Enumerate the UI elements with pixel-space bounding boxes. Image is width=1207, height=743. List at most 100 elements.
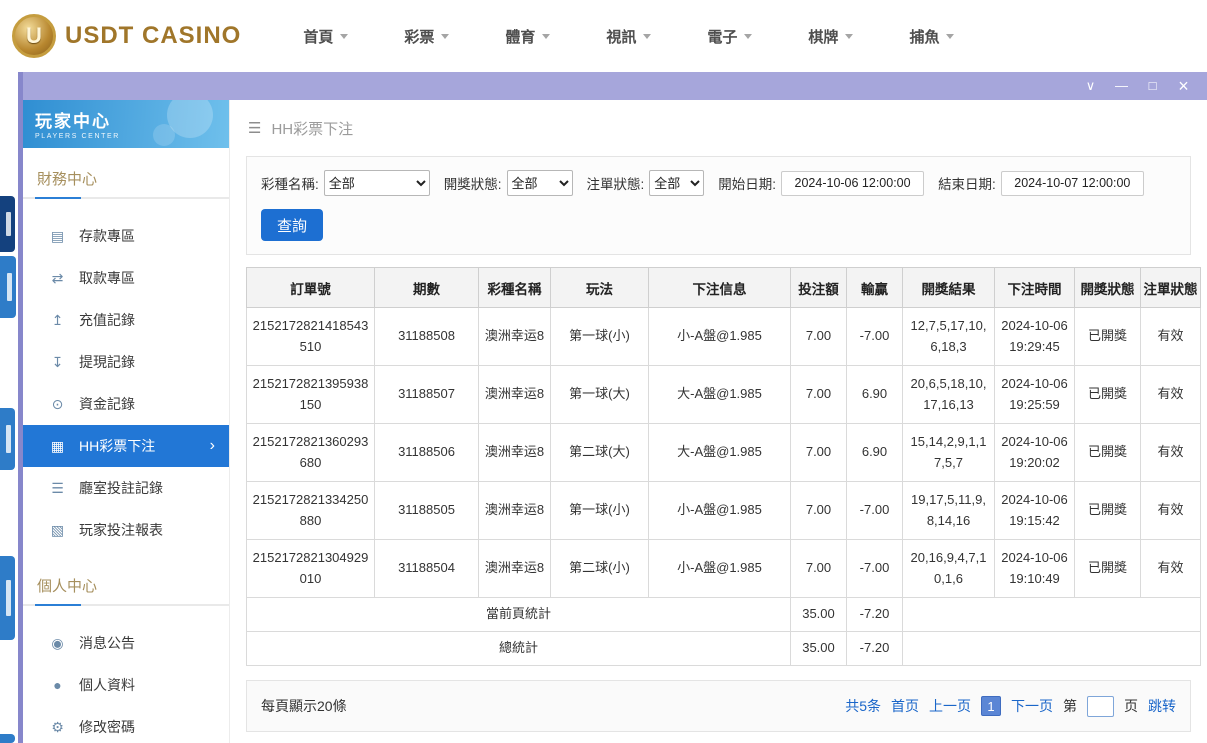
cell-period: 31188505 bbox=[374, 481, 479, 540]
sidebar-item-player-bet-report[interactable]: ▧ 玩家投注報表 › bbox=[23, 509, 229, 551]
next-page-link[interactable]: 下一页 bbox=[1011, 696, 1053, 716]
nav-item-5[interactable]: 電子 bbox=[707, 26, 753, 47]
current-page-button[interactable]: 1 bbox=[981, 696, 1001, 716]
cell-bet-amount: 7.00 bbox=[790, 365, 847, 424]
window-body: 玩家中心 PLAYERS CENTER 財務中心 ▤ 存款專區 › ⇄ 取款專區… bbox=[23, 100, 1207, 743]
brand-logo[interactable]: U USDT CASINO bbox=[12, 14, 241, 58]
sidebar-item-funds-record[interactable]: ⊙ 資金記錄 › bbox=[23, 383, 229, 425]
nav-item-label: 電子 bbox=[707, 28, 738, 46]
cell-order-status: 有效 bbox=[1140, 423, 1201, 482]
cell-draw-status: 已開獎 bbox=[1074, 481, 1141, 540]
order-status-select[interactable]: 全部 bbox=[649, 170, 705, 196]
cell-play-type: 第一球(小) bbox=[550, 481, 649, 540]
sidebar-item-deposit[interactable]: ▤ 存款專區 › bbox=[23, 215, 229, 257]
cell-play-type: 第一球(大) bbox=[550, 365, 649, 424]
minimize-icon[interactable]: — bbox=[1106, 72, 1137, 100]
cell-period: 31188506 bbox=[374, 423, 479, 482]
section-items: ▤ 存款專區 › ⇄ 取款專區 › ↥ 充值記錄 › ↧ 提現記錄 › ⊙ 資金… bbox=[23, 199, 229, 555]
end-date-input[interactable] bbox=[1000, 170, 1144, 196]
sidebar-item-label: 消息公告 bbox=[79, 635, 135, 651]
jump-link[interactable]: 跳转 bbox=[1148, 696, 1176, 716]
sidebar-item-label: 個人資料 bbox=[79, 677, 135, 693]
grand-summary-winloss-total: -7.20 bbox=[846, 631, 903, 666]
sidebar-item-label: 充值記錄 bbox=[79, 312, 135, 328]
search-button[interactable]: 查詢 bbox=[261, 209, 323, 241]
cell-order-number: 2152172821304929010 bbox=[246, 539, 375, 598]
cell-win-loss: -7.00 bbox=[846, 539, 903, 598]
sidebar-item-withdraw[interactable]: ⇄ 取款專區 › bbox=[23, 257, 229, 299]
lottery-select[interactable]: 全部 bbox=[323, 170, 430, 196]
close-icon[interactable]: × bbox=[1168, 72, 1199, 100]
collapse-icon[interactable]: ∨ bbox=[1075, 72, 1106, 100]
cell-bet-amount: 7.00 bbox=[790, 539, 847, 598]
withdraw-icon: ⇄ bbox=[51, 269, 64, 286]
cell-lottery-name: 澳洲幸运8 bbox=[478, 307, 551, 366]
cell-order-number: 2152172821360293680 bbox=[246, 423, 375, 482]
cell-bet-time: 2024-10-06 19:29:45 bbox=[994, 307, 1075, 366]
cell-bet-info: 小-A盤@1.985 bbox=[648, 481, 791, 540]
cell-lottery-name: 澳洲幸运8 bbox=[478, 539, 551, 598]
nav-item-label: 視訊 bbox=[606, 28, 637, 46]
prev-page-link[interactable]: 上一页 bbox=[929, 696, 971, 716]
draw-status-select[interactable]: 全部 bbox=[506, 170, 573, 196]
table-header-row: 訂單號 期數 彩種名稱 玩法 下注信息 投注額 輸贏 開獎結果 下注時間 開獎狀態 注單狀態 bbox=[246, 267, 1201, 308]
start-date-input[interactable] bbox=[781, 170, 925, 196]
col-header-bet-amount: 投注額 bbox=[790, 267, 847, 308]
col-header-draw-status: 開獎狀態 bbox=[1074, 267, 1141, 308]
sidebar-item-recharge-record[interactable]: ↥ 充值記錄 › bbox=[23, 299, 229, 341]
hamburger-menu-icon[interactable]: ☰ bbox=[248, 119, 261, 137]
col-header-order-status: 注單狀態 bbox=[1140, 267, 1201, 308]
col-header-bet-time: 下注時間 bbox=[994, 267, 1075, 308]
grand-summary-bet-total: 35.00 bbox=[790, 631, 847, 666]
main-nav: 首頁 彩票 體育 視訊 電子 棋牌 捕魚 bbox=[303, 26, 955, 47]
table-body: 2152172821418543510 31188508 澳洲幸运8 第一球(小) 小-… bbox=[246, 307, 1201, 598]
cell-period: 31188508 bbox=[374, 307, 479, 366]
start-date-label: 開始日期: bbox=[718, 177, 777, 192]
cell-bet-info: 小-A盤@1.985 bbox=[648, 307, 791, 366]
background-banner-fragment bbox=[0, 556, 15, 640]
sidebar-item-withdraw-record[interactable]: ↧ 提現記錄 › bbox=[23, 341, 229, 383]
nav-item-6[interactable]: 棋牌 bbox=[808, 26, 854, 47]
section-divider bbox=[23, 197, 229, 199]
nav-item-4[interactable]: 視訊 bbox=[606, 26, 652, 47]
sidebar-item-profile[interactable]: ● 個人資料 › bbox=[23, 664, 229, 706]
grand-summary-row: 總統計 35.00 -7.20 bbox=[246, 631, 1201, 666]
table-row: 2152172821304929010 31188504 澳洲幸运8 第二球(小) 小-… bbox=[246, 539, 1201, 598]
grand-summary-label: 總統計 bbox=[246, 631, 791, 666]
jump-page-input[interactable] bbox=[1087, 695, 1114, 717]
pagination-bar: 每頁顯示20條 共5条 首页 上一页 1 下一页 第 页 跳转 bbox=[246, 680, 1191, 732]
profile-icon: ● bbox=[53, 677, 62, 693]
sidebar-item-bell[interactable]: ◉ 消息公告 › bbox=[23, 622, 229, 664]
nav-item-3[interactable]: 體育 bbox=[505, 26, 551, 47]
background-banner-fragment bbox=[0, 408, 15, 470]
sidebar-item-room-bet-record[interactable]: ☰ 廳室投註記錄 › bbox=[23, 467, 229, 509]
sidebar-item-gear[interactable]: ⚙ 修改密碼 › bbox=[23, 706, 229, 743]
sidebar-title: 玩家中心 bbox=[35, 112, 111, 131]
cell-order-status: 有效 bbox=[1140, 481, 1201, 540]
total-count-label: 共5条 bbox=[845, 698, 881, 714]
cell-draw-status: 已開獎 bbox=[1074, 365, 1141, 424]
sidebar-item-lottery-bet[interactable]: ▦ HH彩票下注 › bbox=[23, 425, 229, 467]
gear-icon: ⚙ bbox=[51, 718, 64, 735]
chevron-down-icon bbox=[845, 34, 854, 43]
cell-lottery-name: 澳洲幸运8 bbox=[478, 423, 551, 482]
nav-item-1[interactable]: 首頁 bbox=[303, 26, 349, 47]
cell-draw-status: 已開獎 bbox=[1074, 539, 1141, 598]
sidebar-section: 個人中心 ◉ 消息公告 › ● 個人資料 › ⚙ 修改密碼 › bbox=[23, 555, 229, 743]
cell-win-loss: -7.00 bbox=[846, 307, 903, 366]
nav-item-7[interactable]: 捕魚 bbox=[909, 26, 955, 47]
cell-bet-info: 小-A盤@1.985 bbox=[648, 539, 791, 598]
sidebar-item-label: 提現記錄 bbox=[79, 354, 135, 370]
maximize-icon[interactable]: □ bbox=[1137, 72, 1168, 100]
chevron-down-icon bbox=[643, 34, 652, 43]
cell-win-loss: 6.90 bbox=[846, 365, 903, 424]
page-summary-label: 當前頁統計 bbox=[246, 597, 791, 632]
nav-item-2[interactable]: 彩票 bbox=[404, 26, 450, 47]
col-header-win-loss: 輸贏 bbox=[846, 267, 903, 308]
per-page-label: 每頁顯示20條 bbox=[261, 698, 347, 714]
table-row: 2152172821418543510 31188508 澳洲幸运8 第一球(小) 小-… bbox=[246, 307, 1201, 366]
first-page-link[interactable]: 首页 bbox=[891, 696, 919, 716]
sidebar-item-label: 取款專區 bbox=[79, 270, 135, 286]
cell-bet-info: 大-A盤@1.985 bbox=[648, 365, 791, 424]
withdraw-record-icon: ↧ bbox=[51, 353, 64, 370]
